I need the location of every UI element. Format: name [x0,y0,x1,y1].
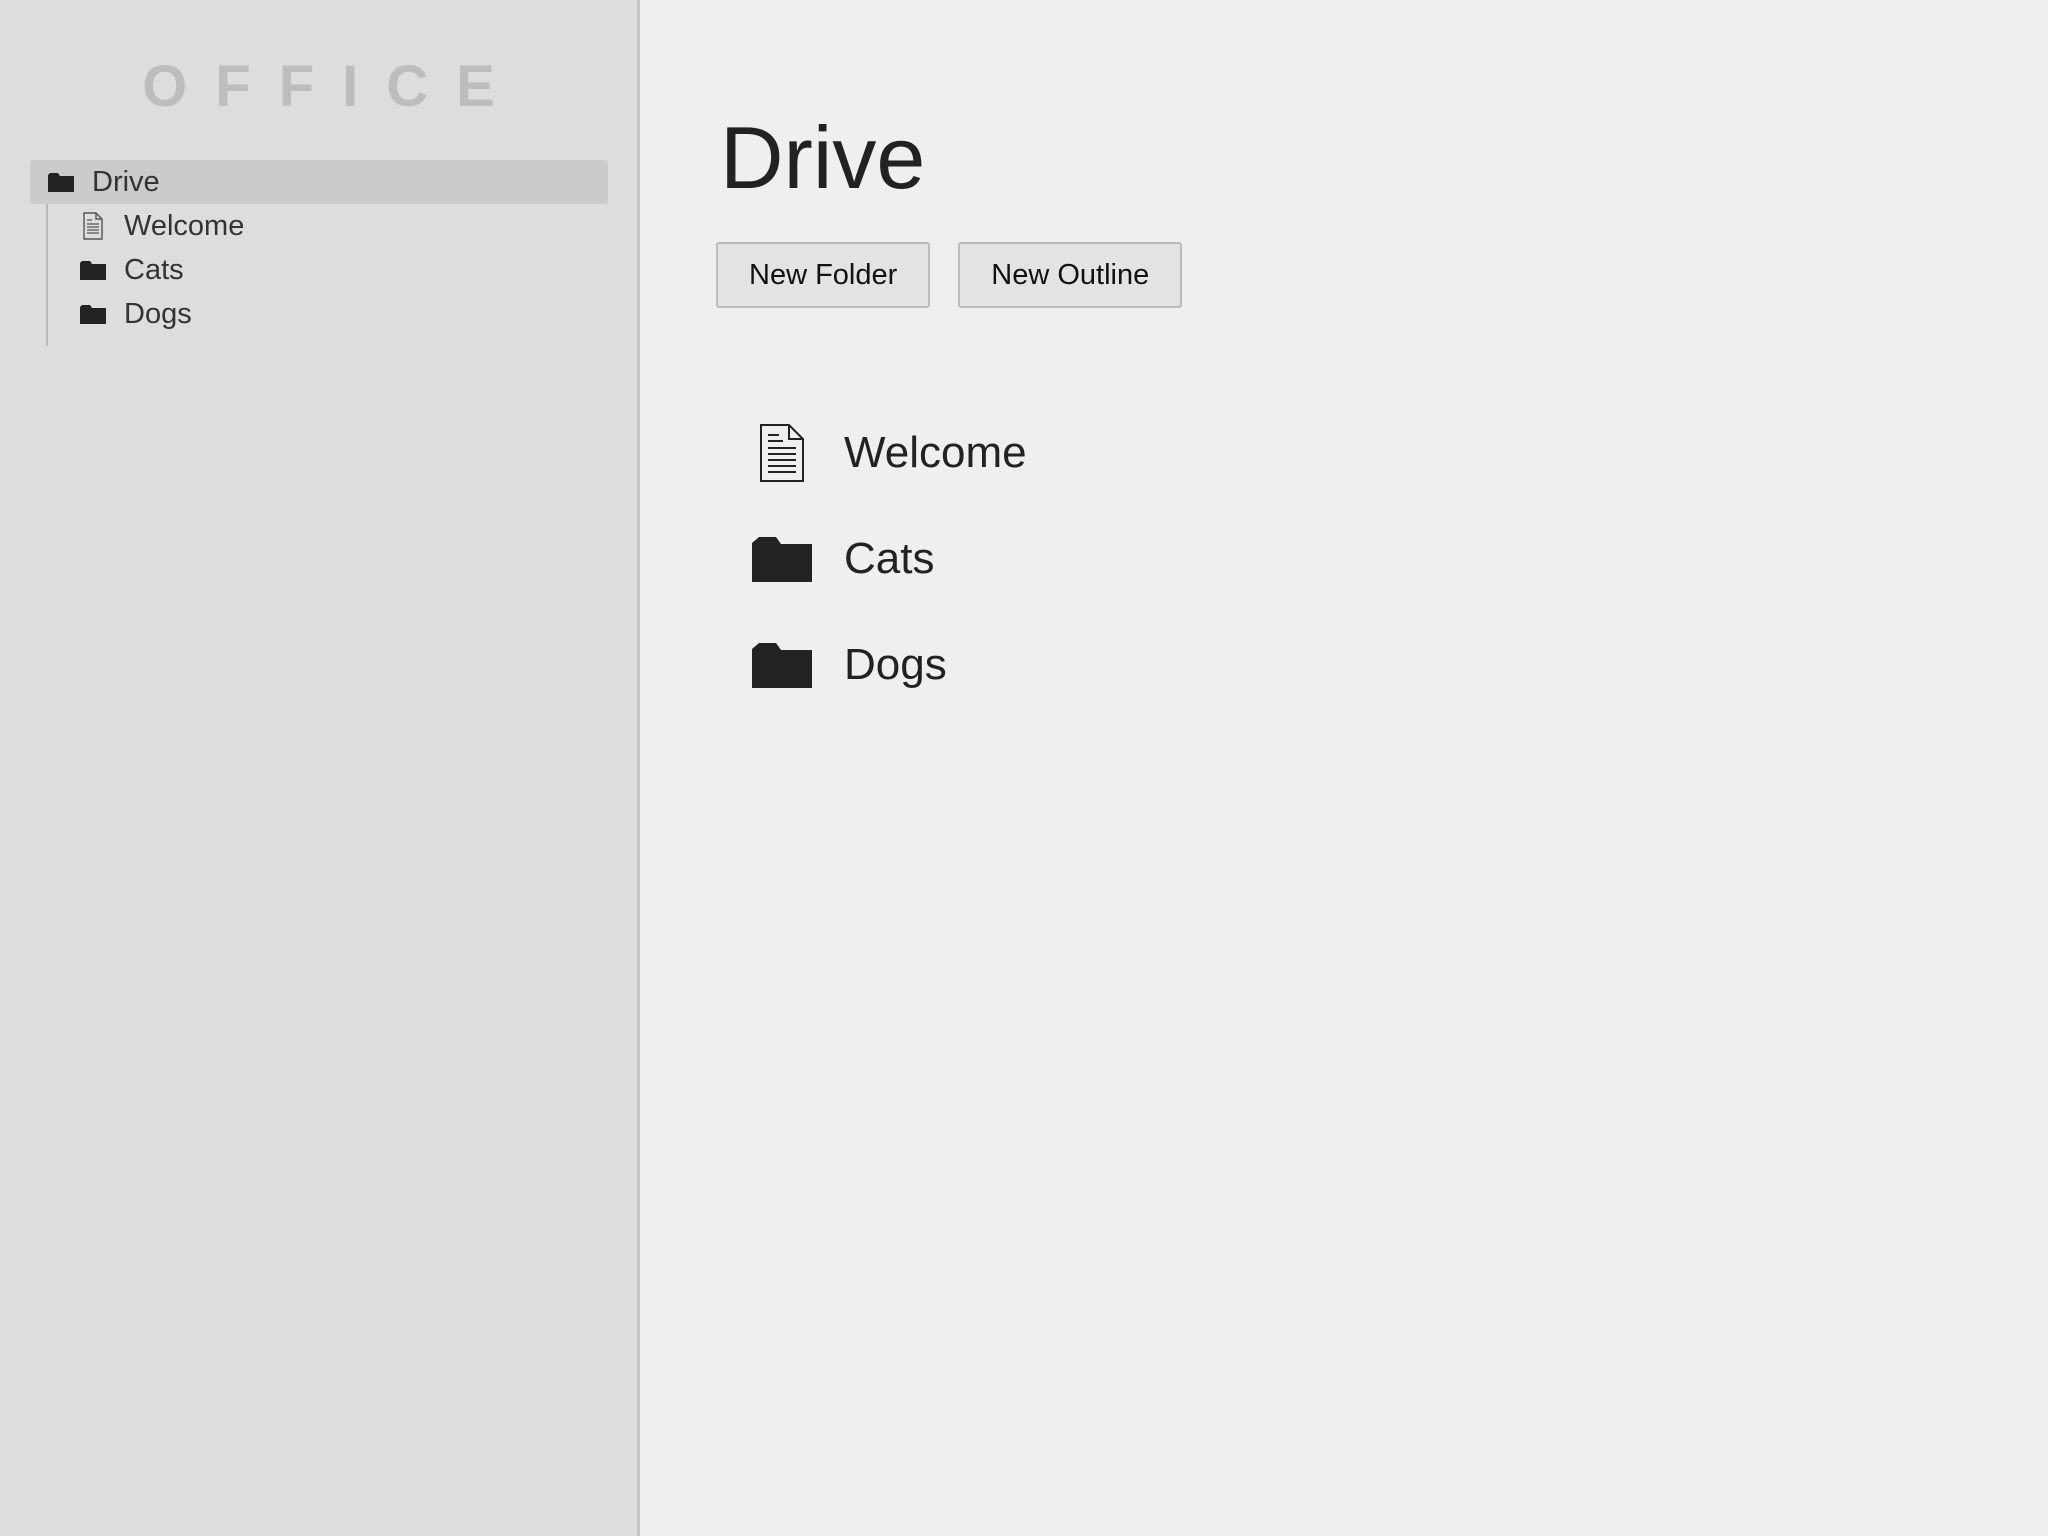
brand-logo-text: OFFICE [142,54,523,119]
sidebar: OFFICE Drive Welcome Cats Dogs [0,0,640,1536]
tree-item-label: Dogs [124,297,192,330]
folder-tree: Drive Welcome Cats Dogs [30,160,608,346]
tree-item-label: Drive [92,165,160,198]
entry-label: Welcome [844,428,1027,477]
drive-entries-list: Welcome Cats Dogs [750,400,1027,718]
folder-icon [750,527,814,591]
tree-item-welcome[interactable]: Welcome [48,204,608,248]
tree-item-dogs[interactable]: Dogs [48,292,608,336]
new-outline-button[interactable]: New Outline [958,242,1183,308]
entry-welcome[interactable]: Welcome [750,400,1027,506]
entry-label: Cats [844,534,935,583]
folder-icon [78,299,108,329]
document-icon [750,421,814,485]
tree-item-label: Welcome [124,209,245,242]
page-title: Drive [720,108,926,207]
tree-item-cats[interactable]: Cats [48,248,608,292]
folder-icon [78,255,108,285]
entry-label: Dogs [844,640,947,689]
action-bar: New Folder New Outline [716,242,1183,308]
folder-icon [46,167,76,197]
tree-children: Welcome Cats Dogs [46,204,608,346]
main-content: Drive New Folder New Outline Welcome Cat… [640,0,2048,1536]
entry-dogs[interactable]: Dogs [750,612,1027,718]
tree-item-drive[interactable]: Drive [30,160,608,204]
entry-cats[interactable]: Cats [750,506,1027,612]
new-folder-button[interactable]: New Folder [716,242,931,308]
document-icon [78,211,108,241]
folder-icon [750,633,814,697]
tree-item-label: Cats [124,253,184,286]
